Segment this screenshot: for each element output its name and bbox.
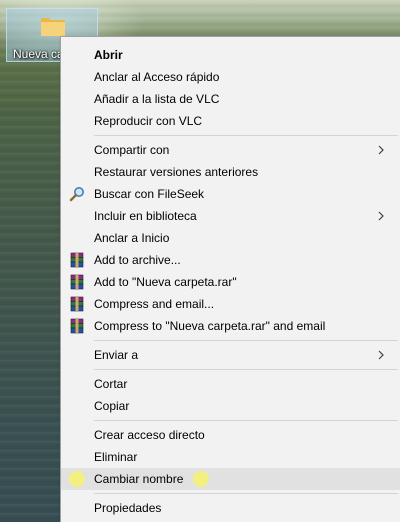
magnifier-icon — [69, 187, 84, 202]
menu-separator — [94, 420, 398, 421]
menu-item-eliminar[interactable]: Eliminar — [61, 446, 400, 468]
chevron-right-icon — [378, 211, 384, 221]
menu-item-buscar-fileseek[interactable]: Buscar con FileSeek — [61, 183, 400, 205]
menu-item-cortar[interactable]: Cortar — [61, 373, 400, 395]
menu-item-restaurar-versiones[interactable]: Restaurar versiones anteriores — [61, 161, 400, 183]
menu-item-compress-rar-email[interactable]: Compress to "Nueva carpeta.rar" and emai… — [61, 315, 400, 337]
chevron-right-icon — [378, 145, 384, 155]
menu-item-label: Add to archive... — [94, 253, 181, 267]
menu-item-label: Propiedades — [94, 501, 162, 515]
menu-item-label: Eliminar — [94, 450, 138, 464]
menu-item-label: Buscar con FileSeek — [94, 187, 205, 201]
menu-item-label: Copiar — [94, 399, 130, 413]
menu-item-incluir-biblioteca[interactable]: Incluir en biblioteca — [61, 205, 400, 227]
menu-separator — [94, 493, 398, 494]
menu-item-copiar[interactable]: Copiar — [61, 395, 400, 417]
desktop-folder-label: Nueva ca — [13, 47, 64, 61]
menu-item-propiedades[interactable]: Propiedades — [61, 497, 400, 519]
menu-item-label: Crear acceso directo — [94, 428, 205, 442]
menu-separator — [94, 135, 398, 136]
menu-item-label: Compress and email... — [94, 297, 215, 311]
winrar-icon — [70, 252, 84, 268]
menu-item-label: Compartir con — [94, 143, 170, 157]
menu-item-label: Restaurar versiones anteriores — [94, 165, 259, 179]
context-menu: Abrir Anclar al Acceso rápido Añadir a l… — [60, 36, 400, 522]
menu-item-reproducir-vlc[interactable]: Reproducir con VLC — [61, 110, 400, 132]
menu-item-label: Cortar — [94, 377, 128, 391]
menu-item-label: Añadir a la lista de VLC — [94, 92, 220, 106]
desktop: Nueva ca Abrir Anclar al Acceso rápido A… — [0, 0, 400, 522]
menu-item-anadir-lista-vlc[interactable]: Añadir a la lista de VLC — [61, 88, 400, 110]
menu-item-add-to-rar[interactable]: Add to "Nueva carpeta.rar" — [61, 271, 400, 293]
menu-item-cambiar-nombre[interactable]: Cambiar nombre — [61, 468, 400, 490]
menu-item-label: Incluir en biblioteca — [94, 209, 197, 223]
highlight-marker-dot — [69, 471, 85, 487]
menu-item-label: Add to "Nueva carpeta.rar" — [94, 275, 237, 289]
chevron-right-icon — [378, 350, 384, 360]
winrar-icon — [70, 318, 84, 334]
winrar-icon — [70, 274, 84, 290]
menu-item-add-to-archive[interactable]: Add to archive... — [61, 249, 400, 271]
menu-item-label: Reproducir con VLC — [94, 114, 203, 128]
menu-item-anclar-acceso-rapido[interactable]: Anclar al Acceso rápido — [61, 66, 400, 88]
menu-item-compress-email[interactable]: Compress and email... — [61, 293, 400, 315]
menu-item-label: Compress to "Nueva carpeta.rar" and emai… — [94, 319, 326, 333]
menu-item-label: Abrir — [94, 48, 123, 62]
menu-item-crear-acceso-directo[interactable]: Crear acceso directo — [61, 424, 400, 446]
folder-icon — [41, 18, 65, 36]
menu-separator — [94, 340, 398, 341]
winrar-icon — [70, 296, 84, 312]
highlight-marker-dot — [193, 471, 209, 487]
menu-item-label: Cambiar nombre — [94, 472, 184, 486]
menu-item-anclar-inicio[interactable]: Anclar a Inicio — [61, 227, 400, 249]
menu-separator — [94, 369, 398, 370]
menu-item-label: Anclar a Inicio — [94, 231, 170, 245]
menu-item-compartir-con[interactable]: Compartir con — [61, 139, 400, 161]
menu-item-enviar-a[interactable]: Enviar a — [61, 344, 400, 366]
menu-item-abrir[interactable]: Abrir — [61, 44, 400, 66]
menu-item-label: Anclar al Acceso rápido — [94, 70, 220, 84]
menu-item-label: Enviar a — [94, 348, 139, 362]
